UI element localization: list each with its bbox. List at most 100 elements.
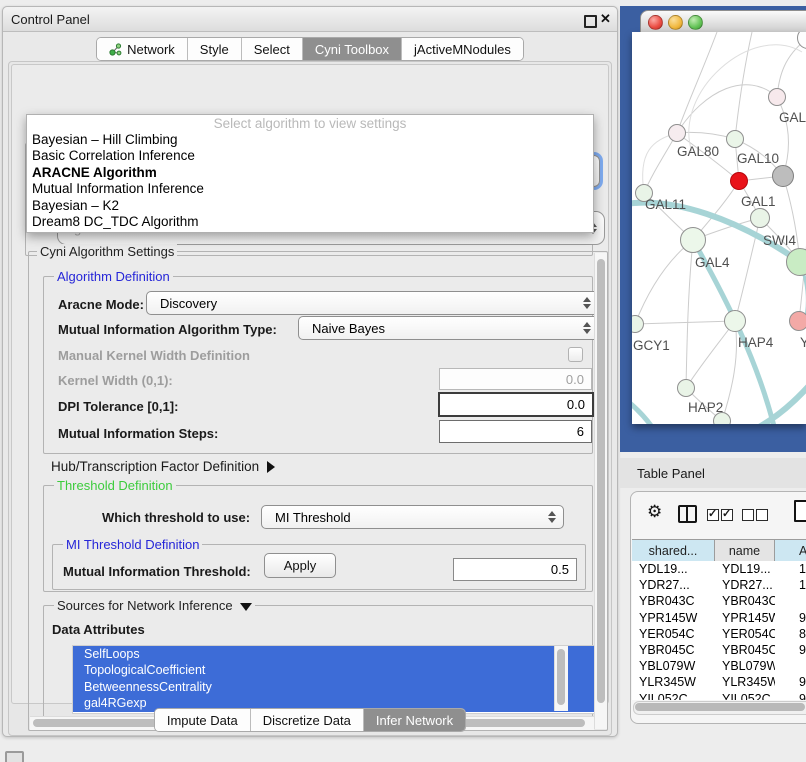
algorithm-option-mutual-information-inference[interactable]: Mutual Information Inference [27,181,593,197]
network-canvas[interactable]: GALGAL80GAL10GAL1GAL11SWI4GAL4GCY1HAP4YH… [632,32,806,424]
tab-label: Infer Network [376,713,453,728]
sources-toggle[interactable]: Sources for Network Inference [54,598,255,613]
network-icon [109,43,122,56]
node-gal10[interactable] [726,130,744,148]
mi-threshold-field[interactable]: 0.5 [453,558,577,581]
checked-checkbox-icon[interactable] [707,509,719,521]
new-document-icon[interactable] [794,500,806,522]
table-cell: YBL079W [632,658,715,674]
algorithm-option-basic-correlation-inference[interactable]: Basic Correlation Inference [27,148,593,164]
tab-style[interactable]: Style [188,38,242,60]
bottom-tab-bar: Impute DataDiscretize Data Infer Network [3,708,617,732]
table-hscrollbar[interactable] [633,701,806,715]
table-cell: YBR043C [632,593,715,609]
tab-network[interactable]: Network [97,38,188,60]
unchecked-checkbox-icon[interactable] [742,509,754,521]
combo-spinner-icon [583,296,591,310]
apply-button[interactable]: Apply [264,553,336,578]
panel-corner-icon[interactable] [5,751,24,762]
attribute-list-vscrollbar[interactable] [554,646,568,711]
kernel-width-field[interactable]: 0.0 [439,368,592,390]
table-row[interactable]: YIL052CYIL052C9 [632,691,806,701]
table-row[interactable]: YBL079WYBL079W [632,658,806,674]
node-gal4[interactable] [680,227,706,253]
node-hap2[interactable] [677,379,695,397]
table-row[interactable]: YDR27...YDR27...12 [632,577,806,593]
table-row[interactable]: YLR345WYLR345W9. [632,674,806,690]
table-row[interactable]: YBR043CYBR043C [632,593,806,609]
table-panel-title: Table Panel [637,466,705,481]
algorithm-option-dream8-dc-tdc-algorithm[interactable]: Dream8 DC_TDC Algorithm [27,214,593,230]
dpi-tolerance-value: 0.0 [567,397,585,412]
node-unlabeled[interactable] [772,165,794,187]
data-attributes-list[interactable]: SelfLoopsTopologicalCoefficientBetweenne… [72,645,598,714]
attribute-item-topologicalcoefficient[interactable]: TopologicalCoefficient [73,662,597,678]
table-hscrollbar-thumb[interactable] [635,703,805,711]
algorithm-option-bayesian-hill-climbing[interactable]: Bayesian – Hill Climbing [27,132,593,148]
table-cell: YDR27... [715,577,775,593]
cyni-toolbox-panel: gal-filtered sif default node Select alg… [11,64,609,704]
node-gal1[interactable] [730,172,748,190]
settings-vscrollbar-thumb[interactable] [597,259,605,703]
node-gal[interactable] [768,88,786,106]
node-hap4[interactable] [724,310,746,332]
attribute-list-vscrollbar-thumb[interactable] [557,649,565,705]
table-row[interactable]: YER054CYER054C8. [632,626,806,642]
manual-kernel-checkbox[interactable] [568,347,583,362]
network-window-titlebar[interactable] [640,10,806,34]
mi-threshold-definition-title: MI Threshold Definition [63,537,202,552]
mi-steps-field[interactable]: 6 [439,420,592,443]
mi-steps-value: 6 [577,424,584,439]
table-row[interactable]: YBR045CYBR045C9. [632,642,806,658]
dropdown-hint: Select algorithm to view settings [27,115,593,132]
which-threshold-combo[interactable]: MI Threshold [261,505,564,529]
table-cell: YDL19... [632,561,715,577]
table-row[interactable]: YPR145WYPR145W9. [632,610,806,626]
table-panel: shared...nameA YDL19...YDL19...13YDR27..… [630,491,806,724]
settings-vscrollbar[interactable] [594,253,607,729]
gear-icon[interactable] [647,502,662,522]
table-row[interactable]: YDL19...YDL19...13 [632,561,806,577]
maximize-traffic-light[interactable] [688,15,703,30]
table-cell: YBR045C [715,642,775,658]
tab-label: Network [127,42,175,57]
hub-definition-toggle[interactable]: Hub/Transcription Factor Definition [51,459,275,474]
node-unlabeled[interactable] [713,412,731,424]
aracne-mode-combo[interactable]: Discovery [146,291,599,315]
tab-cyni-toolbox[interactable]: Cyni Toolbox [303,38,402,60]
control-panel-titlebar[interactable]: Control Panel [3,7,617,32]
column-header-shared[interactable]: shared... [632,540,715,562]
close-icon[interactable] [600,11,611,27]
attribute-item-selfloops[interactable]: SelfLoops [73,646,597,662]
bottom-tab-discretize-data[interactable]: Discretize Data [251,709,364,731]
minimize-traffic-light[interactable] [668,15,683,30]
algorithm-option-bayesian-k2[interactable]: Bayesian – K2 [27,198,593,214]
bottom-tab-impute-data[interactable]: Impute Data [155,709,251,731]
tab-select[interactable]: Select [242,38,303,60]
dpi-tolerance-field[interactable]: 0.0 [438,392,594,417]
node-gal80[interactable] [668,124,686,142]
table-cell: 9. [775,674,806,690]
table-cell: 13 [775,561,806,577]
application-root: Control Panel Network StyleSelectCyni Too… [0,0,806,762]
column-header-name[interactable]: name [715,540,775,562]
algorithm-option-aracne-algorithm[interactable]: ARACNE Algorithm [27,165,593,181]
attribute-item-betweennesscentrality[interactable]: BetweennessCentrality [73,679,597,695]
columns-icon[interactable] [678,505,697,523]
dropdown-item-list: Bayesian – Hill ClimbingBasic Correlatio… [27,132,593,230]
tab-jactivemnodules[interactable]: jActiveMNodules [402,38,523,60]
close-traffic-light[interactable] [648,15,663,30]
mi-algorithm-type-combo[interactable]: Naive Bayes [298,316,599,340]
table-cell: YLR345W [632,674,715,690]
combo-spinner-icon [583,321,591,335]
node-unlabeled[interactable] [750,208,770,228]
node-swi4[interactable] [786,248,806,276]
table-cell: 9. [775,610,806,626]
float-window-icon[interactable] [584,15,597,28]
node-label-swi4: SWI4 [763,233,796,248]
node-y[interactable] [789,311,806,331]
unchecked-checkbox-icon[interactable] [756,509,768,521]
column-header-a[interactable]: A [775,540,806,562]
checked-checkbox-icon[interactable] [721,509,733,521]
bottom-tab-infer-network[interactable]: Infer Network [364,709,465,731]
